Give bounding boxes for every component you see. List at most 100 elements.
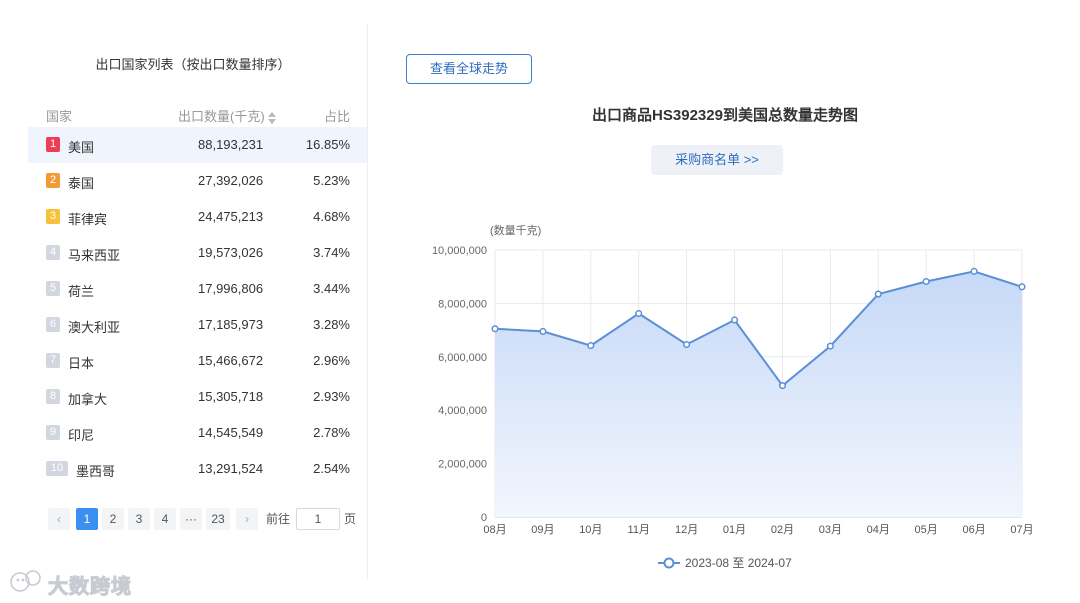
chart-legend[interactable]: 2023-08 至 2024-07 <box>658 556 792 570</box>
x-tick-label: 03月 <box>819 524 842 536</box>
x-tick-label: 11月 <box>628 524 650 536</box>
sort-icon[interactable] <box>267 111 277 124</box>
rank-badge: 10 <box>46 461 68 476</box>
share-pct: 5.23% <box>313 173 350 188</box>
table-row[interactable]: 8 加拿大 15,305,718 2.93% <box>28 379 368 415</box>
rank-badge: 2 <box>46 173 60 188</box>
goto-suffix: 页 <box>344 512 357 526</box>
data-point[interactable] <box>491 325 499 333</box>
y-axis-label: (数量千克) <box>490 224 541 237</box>
share-pct: 4.68% <box>313 209 350 224</box>
country-name: 菲律宾 <box>68 212 108 227</box>
chart-title: 出口商品HS392329到美国总数量走势图 <box>592 107 858 124</box>
x-tick-label: 08月 <box>483 524 506 536</box>
table-header: 国家 出口数量(千克) 占比 <box>28 106 368 124</box>
prev-page-button[interactable]: ‹ <box>48 508 70 530</box>
country-name: 荷兰 <box>68 284 95 299</box>
data-point[interactable] <box>874 290 882 298</box>
next-page-button[interactable]: › <box>236 508 258 530</box>
y-tick-label: 6,000,000 <box>438 352 487 364</box>
country-name: 马来西亚 <box>68 248 121 263</box>
table-row[interactable]: 5 荷兰 17,996,806 3.44% <box>28 271 368 307</box>
data-point[interactable] <box>826 342 834 350</box>
header-country: 国家 <box>46 109 73 124</box>
data-point[interactable] <box>635 309 643 318</box>
rank-badge: 6 <box>46 317 60 332</box>
table-row[interactable]: 2 泰国 27,392,026 5.23% <box>28 163 368 199</box>
table-row[interactable]: 6 澳大利亚 17,185,973 3.28% <box>28 307 368 343</box>
table-row[interactable]: 4 马来西亚 19,573,026 3.74% <box>28 235 368 271</box>
table-row[interactable]: 7 日本 15,466,672 2.96% <box>28 343 368 379</box>
trend-chart: 0 2,000,000 4,000,000 6,000,000 8,000,000 10,… <box>432 224 1034 570</box>
rank-badge: 7 <box>46 353 60 368</box>
watermark-text: 大数跨境 <box>48 576 132 599</box>
x-tick-label: 10月 <box>579 524 602 536</box>
header-qty[interactable]: 出口数量(千克) <box>178 106 277 125</box>
goto-label: 前往 <box>266 512 291 526</box>
export-qty: 14,545,549 <box>198 425 264 440</box>
panel-divider <box>367 24 368 580</box>
table-row[interactable]: 9 印尼 14,545,549 2.78% <box>28 415 368 451</box>
watermark-logo-icon <box>10 570 41 592</box>
x-tick-label: 06月 <box>962 524 985 536</box>
export-qty: 13,291,524 <box>198 461 264 476</box>
data-point[interactable] <box>1018 283 1026 291</box>
share-pct: 2.78% <box>313 425 350 440</box>
share-pct: 3.44% <box>313 281 350 296</box>
data-point[interactable] <box>778 382 787 390</box>
export-qty: 24,475,213 <box>198 209 264 224</box>
table-row[interactable]: 3 菲律宾 24,475,213 4.68% <box>28 199 368 235</box>
x-tick-label: 09月 <box>531 524 554 536</box>
x-tick-label: 12月 <box>675 524 698 536</box>
rank-badge: 8 <box>46 389 60 404</box>
legend-marker-icon <box>663 557 675 569</box>
page-ellipsis-button[interactable]: ··· <box>180 508 202 530</box>
x-tick-label: 07月 <box>1010 524 1033 536</box>
rank-badge: 5 <box>46 281 60 296</box>
data-point[interactable] <box>922 277 930 286</box>
rank-badge: 4 <box>46 245 60 260</box>
country-name: 印尼 <box>68 428 95 443</box>
rank-badge: 1 <box>46 137 60 152</box>
country-name: 澳大利亚 <box>68 320 121 335</box>
export-qty: 15,466,672 <box>198 353 264 368</box>
y-tick-label: 0 <box>481 512 487 524</box>
goto-page-input[interactable]: 1 <box>296 508 340 530</box>
global-trend-button[interactable]: 查看全球走势 <box>406 54 532 84</box>
x-tick-label: 02月 <box>771 524 794 536</box>
page-button-4[interactable]: 4 <box>154 508 176 530</box>
country-list-panel: 出口国家列表（按出口数量排序） 国家 出口数量(千克) 占比 1 美国 88,1… <box>28 0 368 603</box>
series-area <box>495 271 1022 517</box>
table-row[interactable]: 10 墨西哥 13,291,524 2.54% <box>28 451 368 487</box>
y-tick-label: 2,000,000 <box>438 459 487 471</box>
export-qty: 88,193,231 <box>198 137 264 152</box>
table-row[interactable]: 1 美国 88,193,231 16.85% <box>28 127 368 163</box>
legend-label: 2023-08 至 2024-07 <box>685 556 792 570</box>
share-pct: 2.96% <box>313 353 350 368</box>
x-tick-label: 05月 <box>915 524 938 536</box>
list-title: 出口国家列表（按出口数量排序） <box>95 57 291 72</box>
share-pct: 3.74% <box>313 245 350 260</box>
data-point[interactable] <box>587 342 595 350</box>
page-button-1[interactable]: 1 <box>76 508 98 530</box>
page-button-23[interactable]: 23 <box>206 508 230 530</box>
page-button-2[interactable]: 2 <box>102 508 124 530</box>
share-pct: 3.28% <box>313 317 350 332</box>
data-point[interactable] <box>730 316 739 324</box>
data-point[interactable] <box>683 340 691 349</box>
export-qty: 17,996,806 <box>198 281 264 296</box>
country-name: 墨西哥 <box>76 464 116 479</box>
watermark: 大数跨境 <box>8 568 132 599</box>
y-tick-label: 8,000,000 <box>438 298 487 310</box>
data-point[interactable] <box>539 327 547 335</box>
country-name: 加拿大 <box>68 392 108 407</box>
page-button-3[interactable]: 3 <box>128 508 150 530</box>
export-qty: 17,185,973 <box>198 317 264 332</box>
buyer-list-button[interactable]: 采购商名单 >> <box>651 145 783 175</box>
share-pct: 2.93% <box>313 389 350 404</box>
table-body: 1 美国 88,193,231 16.85% 2 泰国 27,392,026 5… <box>28 127 368 487</box>
data-point[interactable] <box>970 267 978 275</box>
country-name: 美国 <box>68 140 95 155</box>
header-pct: 占比 <box>323 109 350 124</box>
x-tick-label: 04月 <box>867 524 890 536</box>
